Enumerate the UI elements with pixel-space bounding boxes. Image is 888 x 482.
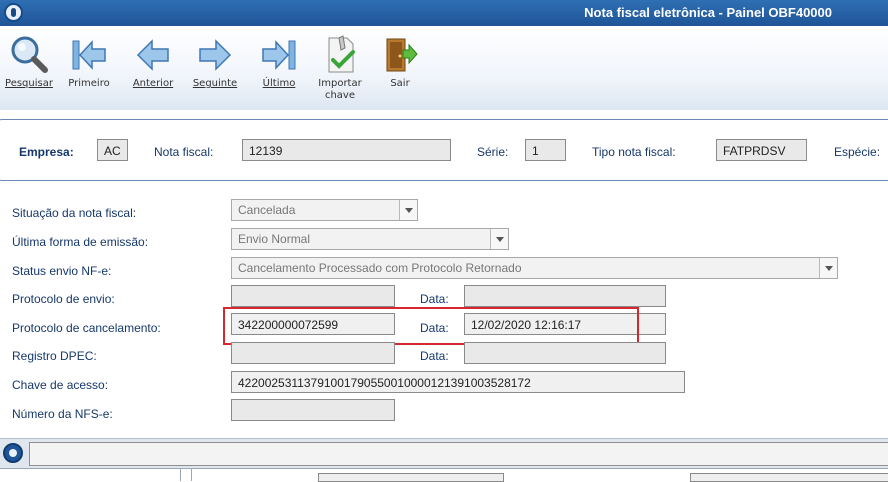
protocolo-envio-field[interactable] [231, 285, 395, 307]
first-button[interactable]: Primeiro [60, 26, 118, 110]
tipo-nota-fiscal-label: Tipo nota fiscal: [592, 145, 676, 159]
protocolo-envio-label: Protocolo de envio: [12, 292, 115, 306]
data-envio-field[interactable] [464, 285, 666, 307]
serie-label: Série: [477, 145, 509, 159]
registro-dpec-field[interactable] [231, 342, 395, 364]
situacao-label: Situação da nota fiscal: [12, 206, 137, 220]
bottom-panel [0, 468, 888, 482]
right-arrow-icon [199, 39, 232, 71]
title-bar: Nota fiscal eletrônica - Painel OBF40000 [0, 0, 888, 26]
chevron-down-icon [819, 258, 837, 278]
first-arrow-icon [72, 40, 106, 70]
splitter[interactable] [180, 469, 181, 481]
bottom-field[interactable] [690, 473, 888, 482]
previous-button[interactable]: Anterior [124, 26, 182, 110]
magnifier-icon [11, 36, 48, 73]
window-title: Nota fiscal eletrônica - Painel OBF40000 [584, 5, 832, 20]
situacao-select[interactable]: Cancelada [231, 199, 418, 221]
data-dpec-label: Data: [420, 349, 449, 363]
serie-field[interactable]: 1 [525, 139, 566, 161]
exit-door-icon [386, 38, 418, 72]
chave-acesso-label: Chave de acesso: [12, 378, 109, 392]
toolbar: Pesquisar Primeiro Anterior Seguinte Últ… [0, 26, 888, 110]
highlight-box [223, 307, 639, 345]
status-logo-icon [3, 443, 23, 463]
last-arrow-icon [262, 40, 296, 70]
status-bar [0, 438, 888, 468]
chave-acesso-field[interactable]: 4220025311379100179055001000012139100352… [231, 371, 685, 393]
registro-dpec-label: Registro DPEC: [12, 349, 97, 363]
data-envio-label: Data: [420, 292, 449, 306]
document-check-icon [328, 35, 355, 73]
especie-label: Espécie: [834, 145, 881, 159]
nota-fiscal-label: Nota fiscal: [154, 145, 214, 159]
status-message-field [29, 442, 888, 466]
status-envio-label: Status envio NF-e: [12, 264, 112, 278]
import-key-button[interactable]: Importar chave [311, 26, 369, 110]
nota-fiscal-field[interactable]: 12139 [242, 139, 451, 161]
bottom-field[interactable] [318, 473, 504, 482]
last-button[interactable]: Último [250, 26, 308, 110]
numero-nfse-label: Número da NFS-e: [12, 407, 113, 421]
search-button[interactable]: Pesquisar [0, 26, 58, 110]
left-arrow-icon [136, 39, 169, 71]
empresa-field[interactable]: AC [97, 139, 128, 161]
forma-emissao-label: Última forma de emissão: [12, 235, 149, 249]
numero-nfse-field[interactable] [231, 399, 395, 421]
chevron-down-icon [399, 200, 417, 220]
app-logo-icon [4, 3, 23, 22]
forma-emissao-select[interactable]: Envio Normal [231, 228, 509, 250]
exit-button[interactable]: Sair [371, 26, 429, 110]
protocolo-cancelamento-label: Protocolo de cancelamento: [12, 321, 161, 335]
next-button[interactable]: Seguinte [186, 26, 244, 110]
tipo-nota-fiscal-field[interactable]: FATPRDSV [716, 139, 807, 161]
data-dpec-field[interactable] [464, 342, 666, 364]
empresa-label: Empresa: [19, 145, 74, 159]
splitter[interactable] [191, 469, 192, 481]
chevron-down-icon [490, 229, 508, 249]
status-envio-select[interactable]: Cancelamento Processado com Protocolo Re… [231, 257, 838, 279]
